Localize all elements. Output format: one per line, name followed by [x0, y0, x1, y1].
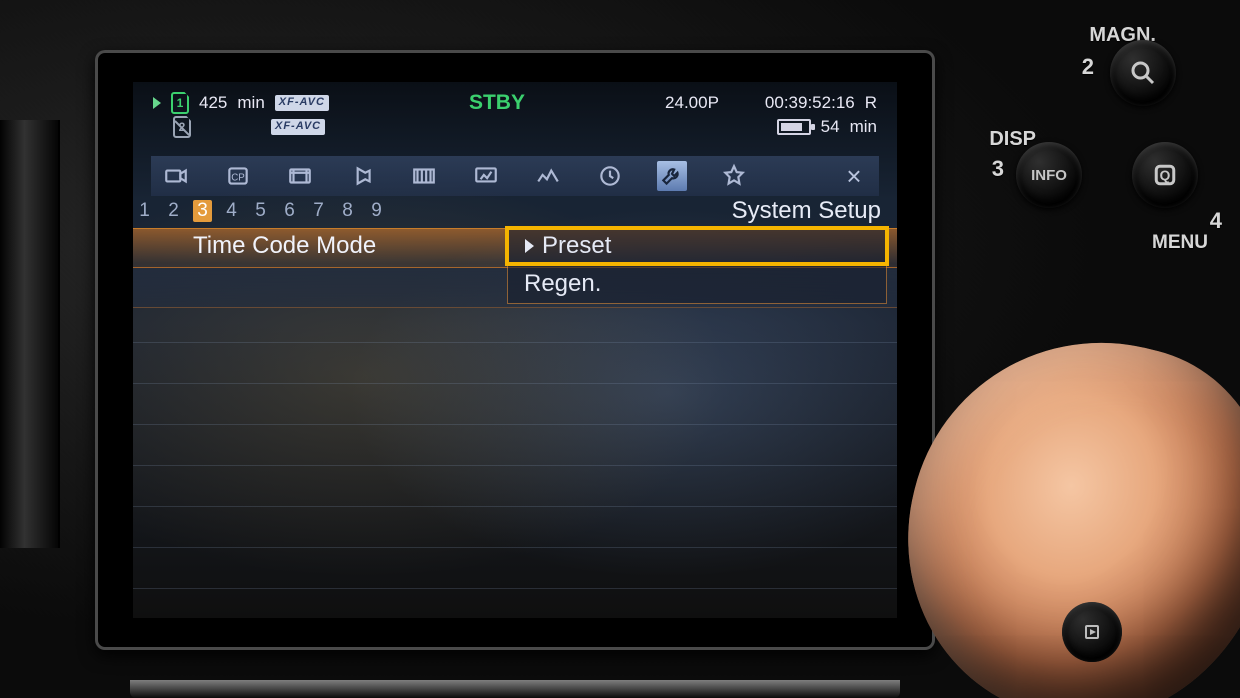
- record-indicator-icon: [153, 97, 161, 109]
- option-label: Regen.: [524, 270, 601, 298]
- close-icon[interactable]: ×: [839, 161, 869, 191]
- playback-button[interactable]: [1062, 602, 1122, 662]
- framerate: 24.00P: [665, 93, 719, 113]
- option-regen[interactable]: Regen.: [508, 263, 886, 303]
- magn-num: 2: [1082, 54, 1094, 80]
- assist-icon[interactable]: [409, 161, 439, 191]
- option-caret-icon: [525, 239, 534, 253]
- battery-icon: [777, 119, 811, 135]
- page-1[interactable]: 1: [135, 200, 154, 222]
- magnify-button[interactable]: [1110, 40, 1176, 106]
- page-2[interactable]: 2: [164, 200, 183, 222]
- page-9[interactable]: 9: [367, 200, 386, 222]
- q-icon: Q: [1150, 160, 1180, 190]
- lcd-bezel: 1 425 min XF-AVC STBY 24.00P 00:39:52:16…: [95, 50, 935, 650]
- network-icon[interactable]: [533, 161, 563, 191]
- battery-remaining-unit: min: [850, 117, 877, 137]
- lcd-screen: 1 425 min XF-AVC STBY 24.00P 00:39:52:16…: [133, 82, 897, 618]
- rec-state: STBY: [469, 91, 525, 115]
- media-icon[interactable]: [285, 161, 315, 191]
- page-7[interactable]: 7: [309, 200, 328, 222]
- section-title: System Setup: [732, 197, 895, 225]
- play-icon: [1080, 620, 1104, 644]
- menu-item-label: Time Code Mode: [193, 232, 376, 260]
- disp-num: 3: [992, 156, 1004, 182]
- q-num: 4: [1210, 208, 1222, 234]
- audio-icon[interactable]: [347, 161, 377, 191]
- battery-remaining-value: 54: [821, 117, 840, 137]
- codec2-badge: XF-AVC: [271, 119, 325, 135]
- menu-item-row: Time Code Mode Preset Regen.: [133, 226, 897, 310]
- camera-icon[interactable]: [161, 161, 191, 191]
- tc-icon[interactable]: [595, 161, 625, 191]
- physical-controls: MAGN. 2 DISP 3 INFO Q 4 MENU: [940, 0, 1240, 698]
- svg-text:Q: Q: [1160, 168, 1171, 183]
- menu-item-options: Preset Regen.: [507, 228, 887, 304]
- codec1-badge: XF-AVC: [275, 95, 329, 111]
- card1-icon: 1: [171, 92, 189, 114]
- magnify-icon: [1128, 58, 1158, 88]
- left-grip: [0, 120, 60, 548]
- star-icon[interactable]: [719, 161, 749, 191]
- top-tabs: CP ×: [151, 156, 879, 196]
- page-5[interactable]: 5: [251, 200, 270, 222]
- option-label: Preset: [542, 232, 611, 260]
- timecode: 00:39:52:16: [765, 93, 855, 113]
- card2-icon: 2: [173, 116, 191, 138]
- cp-icon[interactable]: CP: [223, 161, 253, 191]
- page-8[interactable]: 8: [338, 200, 357, 222]
- card1-remaining-unit: min: [237, 93, 264, 113]
- menu-label: MENU: [1152, 232, 1208, 254]
- q-button[interactable]: Q: [1132, 142, 1198, 208]
- page-6[interactable]: 6: [280, 200, 299, 222]
- status-bar: 1 425 min XF-AVC STBY 24.00P 00:39:52:16…: [133, 90, 897, 142]
- monitor-icon[interactable]: [471, 161, 501, 191]
- page-strip: 1 2 3 4 5 6 7 8 9 System Setup: [133, 196, 897, 226]
- svg-text:CP: CP: [231, 172, 245, 183]
- wrench-icon[interactable]: [657, 161, 687, 191]
- info-label: INFO: [1031, 167, 1067, 184]
- option-preset[interactable]: Preset: [505, 226, 889, 266]
- timecode-suffix: R: [865, 93, 877, 113]
- page-3[interactable]: 3: [193, 200, 212, 222]
- card1-remaining-value: 425: [199, 93, 227, 113]
- page-4[interactable]: 4: [222, 200, 241, 222]
- info-button[interactable]: INFO: [1016, 142, 1082, 208]
- bezel-bottom-shine: [130, 680, 900, 698]
